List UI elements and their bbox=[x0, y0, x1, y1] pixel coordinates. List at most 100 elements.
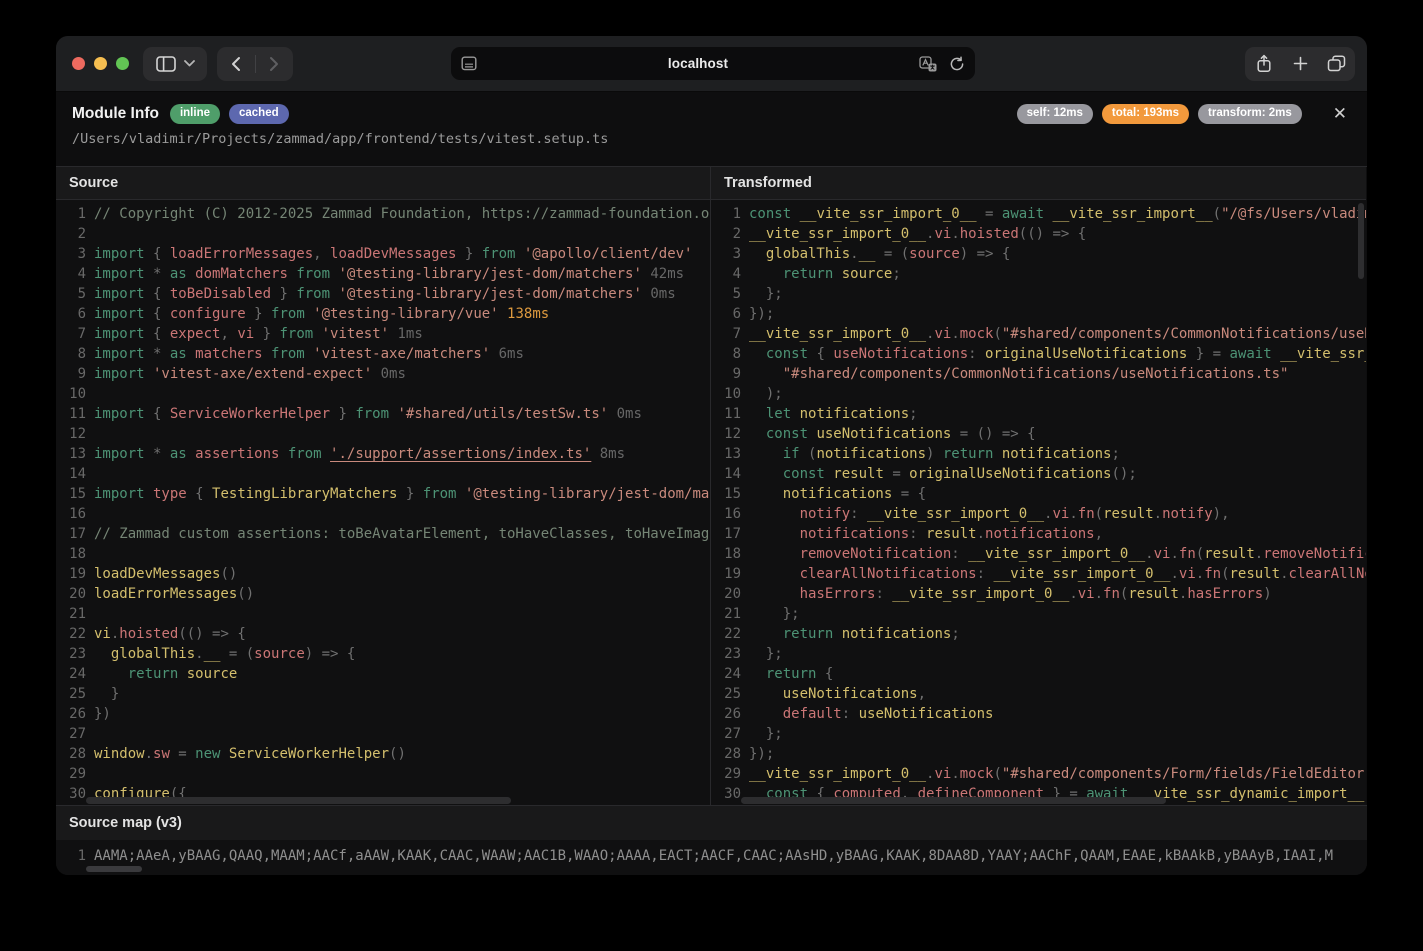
code-line: 13 if (notifications) return notificatio… bbox=[711, 444, 1366, 464]
code-token: . bbox=[1069, 506, 1077, 522]
reload-icon[interactable] bbox=[949, 56, 965, 72]
code-token: import bbox=[94, 326, 145, 342]
sourcemap-code: 1AAMA;AAeA,yBAAG,QAAQ,MAAM;AACf,aAAW,KAA… bbox=[56, 840, 1367, 875]
code-token: : bbox=[842, 706, 859, 722]
source-panel: Source 1// Copyright (C) 2012-2025 Zamma… bbox=[56, 167, 711, 805]
transformed-panel: Transformed 1const __vite_ssr_import_0__… bbox=[711, 167, 1366, 805]
code-line: 5import { toBeDisabled } from '@testing-… bbox=[56, 284, 710, 304]
code-token: }; bbox=[749, 606, 800, 622]
line-number: 20 bbox=[711, 584, 741, 604]
line-number: 21 bbox=[56, 604, 86, 624]
horizontal-scrollbar[interactable] bbox=[86, 866, 142, 872]
code-token: import bbox=[94, 286, 145, 302]
code-token: 'vitest-axe/extend-expect' bbox=[145, 366, 373, 382]
url-bar[interactable]: localhost bbox=[451, 47, 975, 80]
line-number: 9 bbox=[56, 364, 86, 384]
code-token bbox=[749, 486, 783, 502]
code-token: . bbox=[951, 766, 959, 782]
code-token: 0ms bbox=[372, 366, 406, 382]
code-token: vi bbox=[1078, 586, 1095, 602]
code-token: fn bbox=[1179, 546, 1196, 562]
zoom-window-button[interactable] bbox=[116, 57, 129, 70]
code-token: return bbox=[766, 666, 817, 682]
url-text: localhost bbox=[477, 56, 919, 71]
code-token: const bbox=[766, 426, 808, 442]
code-token: } bbox=[456, 246, 481, 262]
code-token: configure bbox=[170, 306, 246, 322]
minimize-window-button[interactable] bbox=[94, 57, 107, 70]
line-number: 4 bbox=[56, 264, 86, 284]
code-token: . bbox=[1280, 566, 1288, 582]
share-button[interactable] bbox=[1246, 47, 1282, 81]
code-token: from bbox=[279, 446, 330, 462]
code-line: 28window.sw = new ServiceWorkerHelper() bbox=[56, 744, 710, 764]
code-token: . bbox=[1170, 546, 1178, 562]
code-token: mock bbox=[960, 326, 994, 342]
new-tab-button[interactable] bbox=[1282, 47, 1318, 81]
line-number: 9 bbox=[711, 364, 741, 384]
code-line: 26}) bbox=[56, 704, 710, 724]
code-token: return bbox=[783, 266, 834, 282]
code-line: 8import * as matchers from 'vitest-axe/m… bbox=[56, 344, 710, 364]
line-number: 8 bbox=[56, 344, 86, 364]
code-line: 20loadErrorMessages() bbox=[56, 584, 710, 604]
line-number: 2 bbox=[711, 224, 741, 244]
code-token: source bbox=[254, 646, 305, 662]
code-line: 3 globalThis.__ = (source) => { bbox=[711, 244, 1366, 264]
code-line: 18 removeNotification: __vite_ssr_import… bbox=[711, 544, 1366, 564]
code-token: import bbox=[94, 406, 145, 422]
code-token: ); bbox=[749, 386, 783, 402]
line-number: 5 bbox=[711, 284, 741, 304]
code-token: __vite_ssr_import_0__ bbox=[749, 226, 926, 242]
code-token: fn bbox=[1204, 566, 1221, 582]
line-number: 30 bbox=[56, 784, 86, 804]
code-token bbox=[749, 366, 783, 382]
code-token: : bbox=[909, 526, 926, 542]
forward-button[interactable] bbox=[256, 47, 293, 81]
code-token: loadDevMessages bbox=[94, 566, 220, 582]
horizontal-scrollbar[interactable] bbox=[741, 797, 1166, 804]
code-token: loadDevMessages bbox=[330, 246, 456, 262]
sidebar-icon bbox=[156, 56, 176, 72]
code-line: 2 bbox=[56, 224, 710, 244]
code-token: new bbox=[195, 746, 220, 762]
code-token: // Zammad custom assertions: toBeAvatarE… bbox=[94, 526, 710, 542]
code-token: { bbox=[145, 246, 170, 262]
code-token: toBeDisabled bbox=[170, 286, 271, 302]
close-icon[interactable]: ✕ bbox=[1329, 105, 1351, 122]
code-token: : bbox=[977, 566, 994, 582]
code-token: clearAllNotifications bbox=[800, 566, 977, 582]
back-button[interactable] bbox=[218, 47, 255, 81]
page-format-icon[interactable] bbox=[461, 56, 477, 71]
translate-icon[interactable] bbox=[919, 56, 937, 72]
horizontal-scrollbar[interactable] bbox=[86, 797, 511, 804]
sidebar-toggle-button[interactable] bbox=[143, 47, 207, 81]
code-line: 9import 'vitest-axe/extend-expect' 0ms bbox=[56, 364, 710, 384]
code-token: globalThis bbox=[111, 646, 195, 662]
code-line: 12 const useNotifications = () => { bbox=[711, 424, 1366, 444]
code-token: notifications bbox=[783, 486, 893, 502]
code-token: source bbox=[833, 266, 892, 282]
code-token: . bbox=[1154, 506, 1162, 522]
code-token: notify bbox=[1162, 506, 1213, 522]
code-token: : bbox=[875, 586, 892, 602]
code-token: vi bbox=[237, 326, 254, 342]
code-line: 16 bbox=[56, 504, 710, 524]
code-token: (); bbox=[1111, 466, 1136, 482]
code-line: 7import { expect, vi } from 'vitest' 1ms bbox=[56, 324, 710, 344]
code-token: . bbox=[1170, 566, 1178, 582]
code-token: } bbox=[254, 326, 279, 342]
code-line: 11import { ServiceWorkerHelper } from '#… bbox=[56, 404, 710, 424]
vertical-scrollbar[interactable] bbox=[1358, 203, 1364, 279]
code-token: : bbox=[968, 346, 985, 362]
line-number: 20 bbox=[56, 584, 86, 604]
line-number: 13 bbox=[711, 444, 741, 464]
line-number: 12 bbox=[711, 424, 741, 444]
module-link[interactable]: './support/assertions/index.ts' bbox=[330, 446, 591, 462]
code-token: '@testing-library/jest-dom/matchers' bbox=[456, 486, 710, 502]
code-token: . bbox=[1095, 586, 1103, 602]
line-number: 15 bbox=[711, 484, 741, 504]
tab-overview-icon[interactable] bbox=[1318, 47, 1354, 81]
close-window-button[interactable] bbox=[72, 57, 85, 70]
browser-window: localhost bbox=[56, 36, 1367, 875]
